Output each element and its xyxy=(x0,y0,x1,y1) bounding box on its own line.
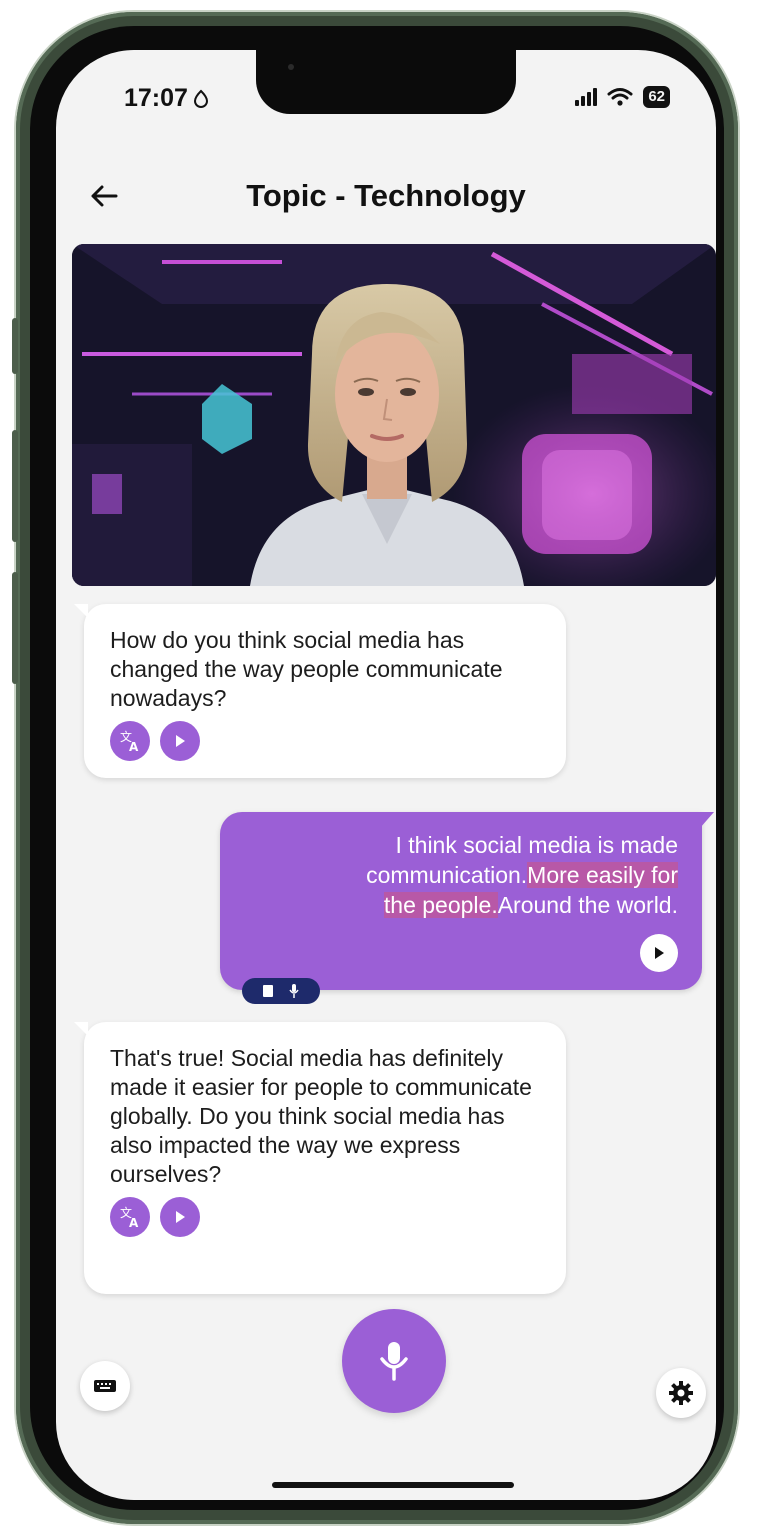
wifi-icon xyxy=(607,88,633,106)
translate-icon: 文 A xyxy=(120,1205,139,1229)
user-message: I think social media is made communicati… xyxy=(220,812,714,990)
avatar-video xyxy=(72,244,716,586)
message-actions: 文 A xyxy=(84,713,566,761)
keyboard-icon xyxy=(94,1380,116,1392)
page-title: Topic - Technology xyxy=(246,178,526,213)
phone-side-button xyxy=(12,572,18,684)
bubble-tail xyxy=(74,1022,88,1036)
document-icon xyxy=(263,985,273,997)
phone-side-button xyxy=(12,430,18,542)
record-mic-button[interactable] xyxy=(342,1309,446,1413)
gear-icon xyxy=(669,1381,693,1405)
user-text-highlight: the people. xyxy=(383,892,498,918)
status-time-text: 17:07 xyxy=(124,84,188,112)
play-icon xyxy=(655,947,664,959)
screen-time-icon xyxy=(193,89,208,108)
svg-text:A: A xyxy=(129,1216,139,1229)
assistant-message: How do you think social media has change… xyxy=(74,604,566,778)
keyboard-button[interactable] xyxy=(80,1361,130,1411)
notch xyxy=(256,50,516,114)
user-text-highlight: More easily for xyxy=(527,862,678,888)
user-play-button[interactable] xyxy=(640,934,678,972)
microphone-small-icon xyxy=(289,984,299,998)
home-indicator[interactable] xyxy=(272,1482,514,1488)
app-screen: 17:07 62 Topic - Technology How do you t… xyxy=(56,50,716,1500)
play-button[interactable] xyxy=(160,721,200,761)
bubble-tail xyxy=(700,812,714,828)
translate-button[interactable]: 文 A xyxy=(110,721,150,761)
user-text-part: Around the world. xyxy=(497,892,678,918)
input-mode-badge xyxy=(242,978,320,1004)
assistant-message-text: How do you think social media has change… xyxy=(110,627,503,711)
microphone-icon xyxy=(380,1342,408,1381)
user-message-text: I think social media is made communicati… xyxy=(248,830,678,920)
svg-text:A: A xyxy=(129,740,139,753)
phone-side-button xyxy=(12,318,18,374)
battery-indicator: 62 xyxy=(643,86,670,108)
translate-icon: 文 A xyxy=(120,729,139,753)
play-icon xyxy=(176,735,185,747)
assistant-message-text: That's true! Social media has definitely… xyxy=(110,1045,532,1187)
camera-dot xyxy=(288,64,294,70)
settings-button[interactable] xyxy=(656,1368,706,1418)
assistant-message: That's true! Social media has definitely… xyxy=(74,1022,566,1294)
avatar-scene-illustration xyxy=(72,244,716,586)
status-time: 17:07 xyxy=(124,84,210,113)
translate-button[interactable]: 文 A xyxy=(110,1197,150,1237)
status-indicators: 62 xyxy=(575,86,670,108)
bubble-tail xyxy=(74,604,88,618)
message-actions: 文 A xyxy=(84,1189,566,1237)
play-icon xyxy=(176,1211,185,1223)
cellular-signal-icon xyxy=(575,88,598,106)
play-button[interactable] xyxy=(160,1197,200,1237)
